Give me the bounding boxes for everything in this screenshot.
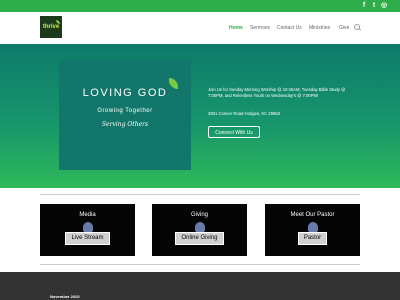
hero-card-script: Serving Others [101, 121, 149, 128]
card-title: Media [79, 212, 96, 218]
church-address: 3601 Conner Road Hodges, SC 29653 [208, 111, 280, 116]
person-image [308, 222, 318, 232]
pastor-button[interactable]: Pastor [297, 232, 328, 245]
connect-with-us-button[interactable]: Connect With Us [208, 126, 260, 138]
nav-home[interactable]: Home [229, 25, 243, 31]
hero-card-subtitle: Growing Together [97, 108, 153, 114]
site-logo[interactable]: thrive [40, 16, 62, 38]
nav-contact-us[interactable]: Contact Us [277, 25, 302, 31]
top-bar: f t ◎ [0, 0, 400, 12]
facebook-icon[interactable]: f [360, 2, 368, 10]
logo-text: thrive [42, 24, 60, 30]
person-image [83, 222, 93, 232]
live-stream-button[interactable]: Live Stream [65, 232, 110, 245]
media-card[interactable]: Media Live Stream [40, 204, 135, 256]
footer: November 2020 [0, 272, 400, 300]
instagram-icon[interactable]: ◎ [380, 2, 388, 10]
service-times-text: Join Us for Sunday Morning Worship @ 10:… [208, 87, 346, 98]
card-title: Meet Our Pastor [290, 212, 335, 218]
hero-card-title: LOVING GOD [82, 87, 168, 99]
twitter-icon[interactable]: t [370, 2, 378, 10]
giving-card[interactable]: Giving Online Giving [152, 204, 247, 256]
footer-date: November 2020 [50, 294, 80, 299]
nav-give[interactable]: Give [339, 25, 349, 31]
card-title: Giving [190, 212, 208, 218]
nav-ministries[interactable]: Ministries [309, 25, 330, 31]
divider [40, 264, 360, 265]
person-image [195, 222, 205, 232]
search-icon[interactable] [354, 24, 360, 30]
pastor-card[interactable]: Meet Our Pastor Pastor [265, 204, 360, 256]
nav-sermons[interactable]: Sermons [250, 25, 270, 31]
hero-banner-card: LOVING GOD Growing Together Serving Othe… [59, 60, 191, 170]
online-giving-button[interactable]: Online Giving [175, 232, 224, 245]
divider [40, 194, 360, 195]
